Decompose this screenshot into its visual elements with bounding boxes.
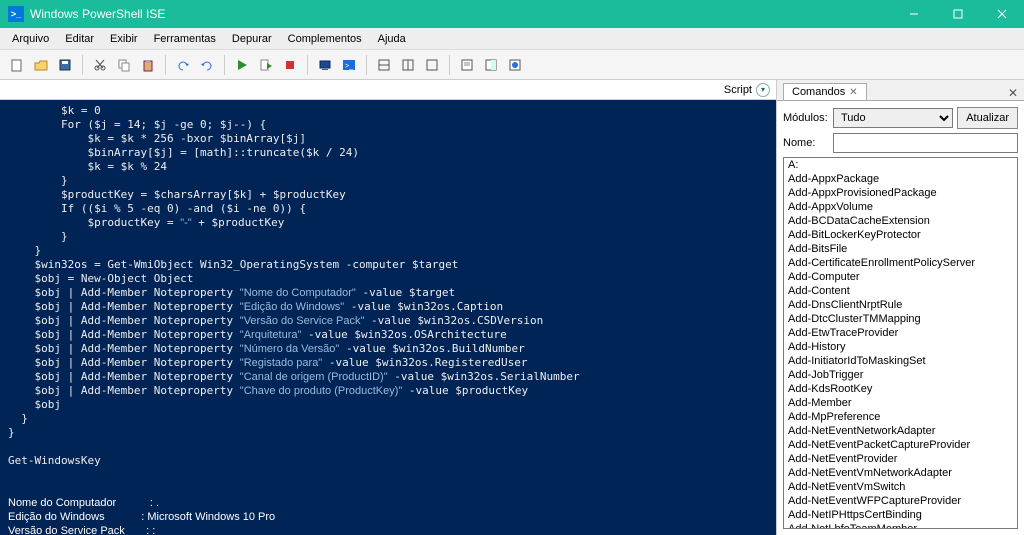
list-item[interactable]: Add-NetLbfoTeamMember (784, 522, 1017, 529)
list-item[interactable]: Add-EtwTraceProvider (784, 326, 1017, 340)
list-item[interactable]: Add-NetEventProvider (784, 452, 1017, 466)
list-item[interactable]: Add-Content (784, 284, 1017, 298)
list-item[interactable]: Add-InitiatorIdToMaskingSet (784, 354, 1017, 368)
menu-ajuda[interactable]: Ajuda (370, 31, 414, 47)
maximize-button[interactable] (936, 0, 980, 28)
new-remote-tab-button[interactable] (314, 54, 336, 76)
list-item[interactable]: Add-CertificateEnrollmentPolicyServer (784, 256, 1017, 270)
show-command-addon-button[interactable] (480, 54, 502, 76)
script-pane-header: Script ▾ (0, 80, 776, 100)
minimize-button[interactable] (892, 0, 936, 28)
cut-button[interactable] (89, 54, 111, 76)
run-button[interactable] (231, 54, 253, 76)
layout2-button[interactable] (397, 54, 419, 76)
list-item[interactable]: A: (784, 158, 1017, 172)
list-item[interactable]: Add-AppxVolume (784, 200, 1017, 214)
tab-commands-label: Comandos (792, 86, 845, 98)
list-item[interactable]: Add-BitLockerKeyProtector (784, 228, 1017, 242)
close-icon[interactable]: ✕ (849, 87, 857, 98)
toggle-commands-button[interactable] (504, 54, 526, 76)
list-item[interactable]: Add-Member (784, 396, 1017, 410)
list-item[interactable]: Add-NetIPHttpsCertBinding (784, 508, 1017, 522)
name-label: Nome: (783, 137, 829, 149)
toolbar: >_ (0, 50, 1024, 80)
menu-exibir[interactable]: Exibir (102, 31, 146, 47)
chevron-down-icon[interactable]: ▾ (756, 83, 770, 97)
modules-select[interactable]: Tudo (833, 108, 953, 128)
script-pane-label: Script (724, 84, 752, 96)
paste-button[interactable] (137, 54, 159, 76)
console-pane[interactable]: $k = 0 For ($j = 14; $j -ge 0; $j--) { $… (0, 100, 776, 535)
list-item[interactable]: Add-NetEventVmSwitch (784, 480, 1017, 494)
list-item[interactable]: Add-MpPreference (784, 410, 1017, 424)
title-bar: >_ Windows PowerShell ISE (0, 0, 1024, 28)
new-button[interactable] (6, 54, 28, 76)
run-selection-button[interactable] (255, 54, 277, 76)
show-script-button[interactable] (456, 54, 478, 76)
window-title: Windows PowerShell ISE (30, 7, 892, 21)
tab-commands[interactable]: Comandos ✕ (783, 83, 867, 100)
close-button[interactable] (980, 0, 1024, 28)
menu-bar: ArquivoEditarExibirFerramentasDepurarCom… (0, 28, 1024, 50)
layout1-button[interactable] (373, 54, 395, 76)
list-item[interactable]: Add-KdsRootKey (784, 382, 1017, 396)
menu-arquivo[interactable]: Arquivo (4, 31, 57, 47)
copy-button[interactable] (113, 54, 135, 76)
svg-text:>_: >_ (345, 63, 353, 70)
commands-list[interactable]: A:Add-AppxPackageAdd-AppxProvisionedPack… (783, 157, 1018, 529)
list-item[interactable]: Add-BCDataCacheExtension (784, 214, 1017, 228)
list-item[interactable]: Add-NetEventPacketCaptureProvider (784, 438, 1017, 452)
stop-button[interactable] (279, 54, 301, 76)
app-icon: >_ (8, 6, 24, 22)
panel-tab-bar: Comandos ✕ ✕ (777, 80, 1024, 100)
menu-depurar[interactable]: Depurar (224, 31, 280, 47)
redo-button[interactable] (196, 54, 218, 76)
menu-ferramentas[interactable]: Ferramentas (146, 31, 224, 47)
list-item[interactable]: Add-History (784, 340, 1017, 354)
list-item[interactable]: Add-BitsFile (784, 242, 1017, 256)
list-item[interactable]: Add-DnsClientNrptRule (784, 298, 1017, 312)
list-item[interactable]: Add-AppxPackage (784, 172, 1017, 186)
save-button[interactable] (54, 54, 76, 76)
list-item[interactable]: Add-DtcClusterTMMapping (784, 312, 1017, 326)
menu-editar[interactable]: Editar (57, 31, 102, 47)
list-item[interactable]: Add-Computer (784, 270, 1017, 284)
list-item[interactable]: Add-NetEventWFPCaptureProvider (784, 494, 1017, 508)
list-item[interactable]: Add-AppxProvisionedPackage (784, 186, 1017, 200)
name-input[interactable] (833, 133, 1018, 153)
open-button[interactable] (30, 54, 52, 76)
undo-button[interactable] (172, 54, 194, 76)
menu-complementos[interactable]: Complementos (280, 31, 370, 47)
layout3-button[interactable] (421, 54, 443, 76)
commands-panel: Comandos ✕ ✕ Módulos: Tudo Atualizar Nom… (776, 80, 1024, 535)
refresh-button[interactable]: Atualizar (957, 107, 1018, 129)
modules-label: Módulos: (783, 112, 829, 124)
panel-close-icon[interactable]: ✕ (1008, 86, 1018, 100)
list-item[interactable]: Add-JobTrigger (784, 368, 1017, 382)
list-item[interactable]: Add-NetEventNetworkAdapter (784, 424, 1017, 438)
list-item[interactable]: Add-NetEventVmNetworkAdapter (784, 466, 1017, 480)
powershell-button[interactable]: >_ (338, 54, 360, 76)
